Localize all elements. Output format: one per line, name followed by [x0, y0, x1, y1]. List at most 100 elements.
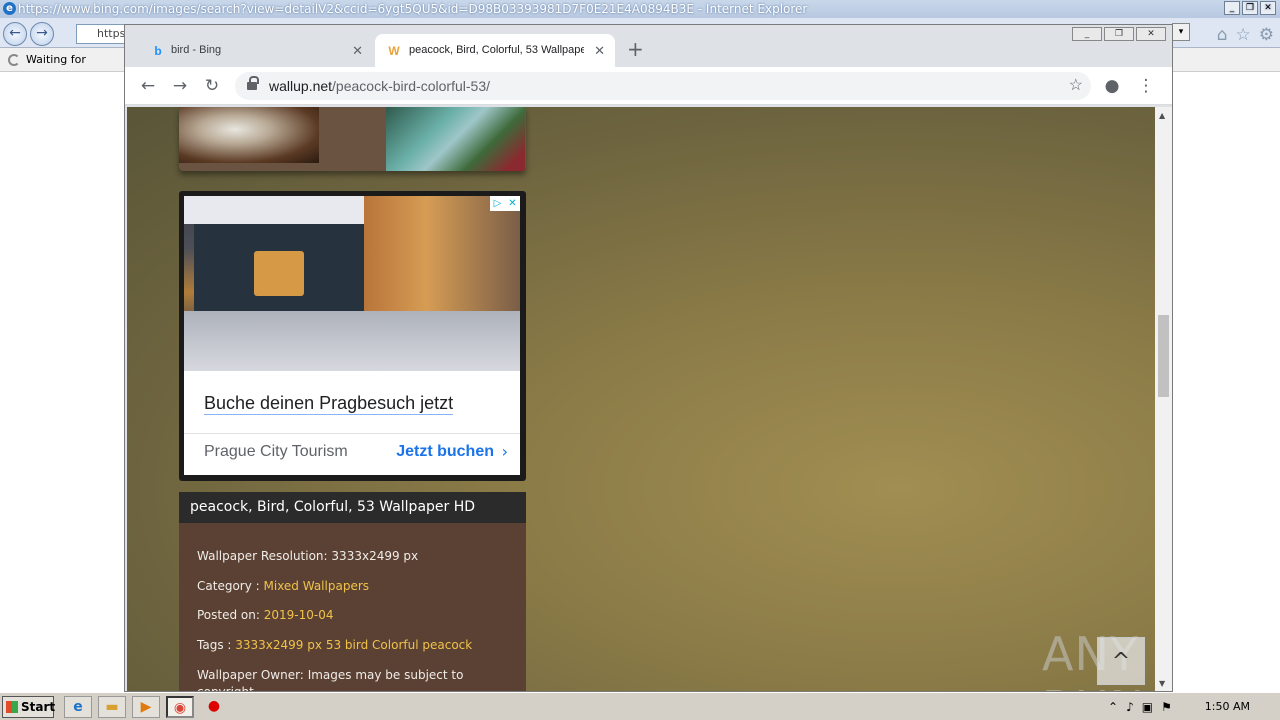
page-scrollbar[interactable]: ▲ ▼: [1155, 107, 1172, 691]
chrome-close-button[interactable]: ✕: [1136, 27, 1166, 41]
tab-bing[interactable]: b bird - Bing ✕: [133, 34, 373, 67]
action-center-flag-icon[interactable]: ⚑: [1161, 700, 1172, 714]
resolution-label: Wallpaper Resolution:: [197, 549, 328, 563]
posted-label: Posted on:: [197, 608, 260, 622]
advertisement[interactable]: ▷ ✕ Buche deinen Pragbesuch jetzt Prague…: [179, 191, 526, 481]
ad-cta-button[interactable]: Jetzt buchen: [396, 443, 494, 461]
resolution-row: Wallpaper Resolution: 3333x2499 px: [197, 549, 418, 563]
ad-divider: [184, 433, 520, 434]
ie-toolbar-icons: ⌂ ☆ ⚙: [1217, 25, 1274, 45]
ad-image-window-glow: [254, 251, 304, 296]
owner-row: Wallpaper Owner: Images may be subject t…: [197, 668, 463, 682]
bookmark-star-icon[interactable]: ☆: [1069, 72, 1083, 100]
ie-title-bar: e https://www.bing.com/images/search?vie…: [0, 0, 1280, 18]
back-arrow-icon[interactable]: ←: [137, 75, 159, 97]
owner-value-continued: copyright: [197, 685, 254, 692]
ie-address-bar[interactable]: https: [76, 24, 126, 44]
url-path: /peacock-bird-colorful-53/: [332, 78, 491, 94]
tag-link[interactable]: peacock: [422, 638, 472, 652]
ie-minimize-button[interactable]: _: [1224, 1, 1240, 15]
home-icon[interactable]: ⌂: [1217, 25, 1228, 45]
ie-toolbar-strip: [1172, 48, 1280, 72]
chrome-window: b bird - Bing ✕ W peacock, Bird, Colorfu…: [124, 24, 1173, 692]
posted-date-link[interactable]: 2019-10-04: [264, 608, 334, 622]
ad-image-prague-winter[interactable]: [184, 196, 520, 371]
gear-icon[interactable]: ⚙: [1259, 25, 1274, 45]
scroll-up-arrow-icon[interactable]: ▲: [1159, 111, 1165, 120]
tag-link[interactable]: 3333x2499 px: [235, 638, 322, 652]
page-viewport[interactable]: ▷ ✕ Buche deinen Pragbesuch jetzt Prague…: [127, 107, 1155, 692]
ad-choices-icon[interactable]: ▷: [490, 196, 505, 211]
ie-status-bar: Waiting for bing.com: [0, 48, 124, 90]
taskbar-folder-icon[interactable]: ▬: [98, 696, 126, 718]
scrollbar-thumb[interactable]: [1158, 315, 1169, 397]
menu-kebab-icon[interactable]: ⋮: [1135, 75, 1157, 97]
ad-close-icon[interactable]: ✕: [505, 196, 520, 211]
wallup-favicon-icon: W: [388, 44, 400, 58]
taskbar-media-player-icon[interactable]: ▶: [132, 696, 160, 718]
scroll-to-top-button[interactable]: ^: [1097, 637, 1145, 685]
windows-flag-icon: [6, 701, 18, 713]
taskbar-chrome-icon[interactable]: ◉: [166, 696, 194, 718]
ad-advertiser[interactable]: Prague City Tourism: [204, 443, 348, 461]
new-tab-button[interactable]: +: [627, 39, 644, 59]
thumbnail-white-peacock[interactable]: [179, 107, 319, 163]
tab-close-icon[interactable]: ✕: [594, 34, 605, 67]
account-icon[interactable]: ●: [1101, 75, 1123, 97]
start-label: Start: [21, 700, 56, 714]
posted-row: Posted on: 2019-10-04: [197, 608, 334, 622]
tag-link[interactable]: 53: [326, 638, 341, 652]
ie-window-controls: _ ❐ ✕: [1224, 1, 1276, 15]
owner-label: Wallpaper Owner:: [197, 668, 304, 682]
taskbar-stop-icon[interactable]: ●: [200, 696, 228, 718]
ad-image-snow-roof: [184, 196, 369, 224]
tab-wallup[interactable]: W peacock, Bird, Colorful, 53 Wallpaper …: [375, 34, 615, 67]
system-tray: ⌃ ♪ ▣ ⚑ 1:50 AM: [1100, 696, 1280, 718]
favorites-star-icon[interactable]: ☆: [1236, 25, 1251, 45]
chrome-window-controls: _ ❐ ✕: [1072, 27, 1166, 41]
category-row: Category : Mixed Wallpapers: [197, 579, 369, 593]
tags-row: Tags : 3333x2499 px 53 bird Colorful pea…: [197, 638, 472, 652]
network-icon[interactable]: ▣: [1142, 700, 1153, 714]
tab-title: bird - Bing: [171, 44, 222, 56]
tag-link[interactable]: bird: [345, 638, 368, 652]
ad-text-panel: Buche deinen Pragbesuch jetzt Prague Cit…: [184, 371, 520, 475]
ad-headline[interactable]: Buche deinen Pragbesuch jetzt: [204, 393, 454, 415]
chrome-minimize-button[interactable]: _: [1072, 27, 1102, 41]
tray-expand-icon[interactable]: ⌃: [1108, 700, 1118, 714]
forward-arrow-icon[interactable]: →: [169, 75, 191, 97]
ad-image-street: [184, 311, 520, 371]
tag-link[interactable]: Colorful: [372, 638, 419, 652]
ie-close-button[interactable]: ✕: [1260, 1, 1276, 15]
taskbar: Start e ▬ ▶ ◉ ● ⌃ ♪ ▣ ⚑ 1:50 AM: [0, 692, 1280, 720]
ie-forward-button[interactable]: →: [30, 22, 54, 46]
thumbnail-colorful-bird[interactable]: [386, 107, 525, 171]
related-thumbnails: [179, 107, 526, 171]
ie-address-text: https: [97, 27, 126, 40]
chrome-restore-button[interactable]: ❐: [1104, 27, 1134, 41]
bing-favicon-icon: b: [154, 44, 162, 58]
chevron-right-icon[interactable]: ›: [502, 442, 508, 461]
omnibox[interactable]: wallup.net/peacock-bird-colorful-53/ ☆: [235, 72, 1091, 100]
tab-close-icon[interactable]: ✕: [352, 34, 363, 67]
url-domain: wallup.net: [269, 78, 333, 94]
ie-page-right: [1172, 72, 1280, 692]
lock-icon: [247, 76, 259, 91]
ie-maximize-button[interactable]: ❐: [1242, 1, 1258, 15]
ie-dropdown-button[interactable]: ▾: [1172, 23, 1190, 41]
start-button[interactable]: Start: [2, 696, 56, 718]
loading-spinner-icon: [8, 54, 20, 66]
wallpaper-info: Wallpaper Resolution: 3333x2499 px Categ…: [179, 523, 526, 692]
clock[interactable]: 1:50 AM: [1205, 696, 1250, 718]
ad-image-buildings: [364, 196, 520, 316]
tab-title: peacock, Bird, Colorful, 53 Wallpaper HD: [409, 44, 584, 56]
ie-window-title: https://www.bing.com/images/search?view=…: [18, 2, 808, 16]
volume-icon[interactable]: ♪: [1126, 700, 1134, 714]
reload-icon[interactable]: ↻: [201, 75, 223, 97]
ie-back-button[interactable]: ←: [3, 22, 27, 46]
category-link[interactable]: Mixed Wallpapers: [264, 579, 370, 593]
taskbar-ie-icon[interactable]: e: [64, 696, 92, 718]
owner-row-continued: copyright: [197, 685, 254, 692]
ad-choices: ▷ ✕: [490, 196, 520, 211]
scroll-down-arrow-icon[interactable]: ▼: [1159, 679, 1165, 688]
